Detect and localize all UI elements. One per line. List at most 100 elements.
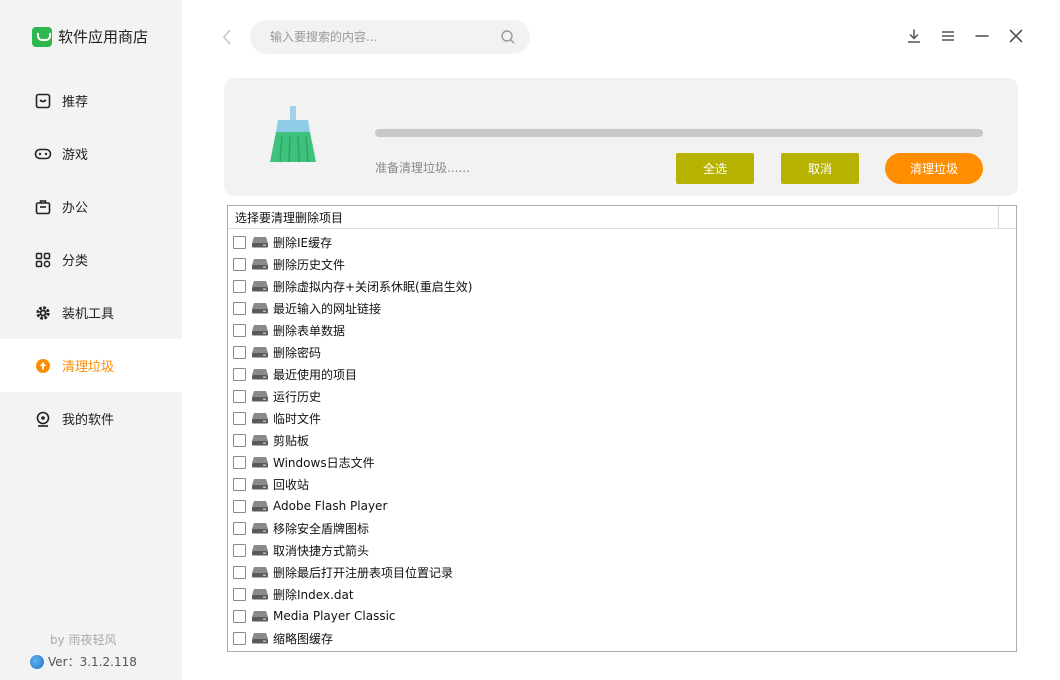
- briefcase-icon: [34, 198, 52, 216]
- item-checkbox[interactable]: [233, 433, 246, 447]
- item-checkbox[interactable]: [233, 257, 246, 271]
- item-checkbox[interactable]: [233, 587, 246, 601]
- sidebar-item-recommend[interactable]: 推荐: [0, 74, 182, 127]
- cancel-button[interactable]: 取消: [781, 153, 859, 184]
- item-checkbox[interactable]: [233, 367, 246, 381]
- chevron-left-icon: [222, 29, 231, 45]
- list-item-label: Windows日志文件: [273, 455, 375, 470]
- item-checkbox[interactable]: [233, 345, 246, 359]
- column-separator[interactable]: [998, 206, 999, 228]
- list-item-label: 删除虚拟内存+关闭系休眠(重启生效): [273, 279, 473, 294]
- item-checkbox[interactable]: [233, 565, 246, 579]
- user-icon: [34, 410, 52, 428]
- select-all-button[interactable]: 全选: [676, 153, 754, 184]
- list-item[interactable]: Adobe Flash Player: [228, 495, 1016, 517]
- item-checkbox[interactable]: [233, 323, 246, 337]
- list-item[interactable]: 剪贴板: [228, 429, 1016, 451]
- item-checkbox[interactable]: [233, 477, 246, 491]
- version-label: Ver：3.1.2.118: [48, 655, 137, 669]
- item-checkbox[interactable]: [233, 543, 246, 557]
- sidebar-item-category[interactable]: 分类: [0, 233, 182, 286]
- list-item[interactable]: Windows日志文件: [228, 451, 1016, 473]
- item-checkbox[interactable]: [233, 455, 246, 469]
- list-item[interactable]: 删除最后打开注册表项目位置记录: [228, 561, 1016, 583]
- clean-panel: 准备清理垃圾...... 全选 取消 清理垃圾: [224, 78, 1018, 196]
- list-item-label: 剪贴板: [273, 433, 310, 448]
- list-item[interactable]: 最近输入的网址链接: [228, 297, 1016, 319]
- minimize-icon: [975, 35, 989, 37]
- list-item[interactable]: 缩略图缓存: [228, 627, 1016, 649]
- item-checkbox[interactable]: [233, 499, 246, 513]
- search-icon[interactable]: [500, 29, 516, 45]
- download-icon: [908, 29, 920, 43]
- list-item-label: 最近使用的项目: [273, 367, 358, 382]
- list-item[interactable]: 删除Index.dat: [228, 583, 1016, 605]
- back-button[interactable]: [218, 27, 236, 47]
- item-checkbox[interactable]: [233, 609, 246, 623]
- app-title: 软件应用商店: [58, 28, 149, 46]
- list-item[interactable]: 移除安全盾牌图标: [228, 517, 1016, 539]
- drive-icon: [252, 259, 268, 270]
- sidebar-item-label: 推荐: [62, 95, 89, 110]
- drive-icon: [252, 237, 268, 248]
- search-bar: [250, 20, 530, 54]
- menu-button[interactable]: [940, 26, 956, 46]
- item-checkbox[interactable]: [233, 279, 246, 293]
- sidebar-item-office[interactable]: 办公: [0, 180, 182, 233]
- drive-icon: [252, 435, 268, 446]
- list-item[interactable]: 临时文件: [228, 407, 1016, 429]
- item-checkbox[interactable]: [233, 631, 246, 645]
- list-item[interactable]: 回收站: [228, 473, 1016, 495]
- sidebar-item-label: 分类: [62, 254, 89, 269]
- list-item[interactable]: 删除密码: [228, 341, 1016, 363]
- broom-icon: [270, 106, 316, 163]
- list-item-label: 最近输入的网址链接: [273, 301, 382, 316]
- sidebar-nav: 推荐 游戏 办公 分类 装机工具 清理垃圾 我的软件: [0, 74, 182, 445]
- drive-icon: [252, 391, 268, 402]
- list-item[interactable]: Media Player Classic: [228, 605, 1016, 627]
- sidebar-item-install-tools[interactable]: 装机工具: [0, 286, 182, 339]
- list-item[interactable]: 删除虚拟内存+关闭系休眠(重启生效): [228, 275, 1016, 297]
- brand: 软件应用商店: [32, 26, 148, 47]
- list-item-label: Adobe Flash Player: [273, 499, 388, 513]
- search-input[interactable]: [268, 29, 492, 45]
- clean-junk-button[interactable]: 清理垃圾: [885, 153, 983, 184]
- minimize-button[interactable]: [974, 26, 990, 46]
- version-info: Ver：3.1.2.118: [30, 653, 137, 670]
- list-item-label: 删除IE缓存: [273, 235, 333, 250]
- window-controls: [906, 26, 1024, 46]
- item-checkbox[interactable]: [233, 389, 246, 403]
- drive-icon: [252, 545, 268, 556]
- list-item[interactable]: 运行历史: [228, 385, 1016, 407]
- list-item-label: 删除表单数据: [273, 323, 346, 338]
- list-item-label: 运行历史: [273, 389, 322, 404]
- list-item-label: 缩略图缓存: [273, 631, 334, 646]
- sidebar-item-label: 我的软件: [62, 413, 115, 428]
- list-item-label: 临时文件: [273, 411, 322, 426]
- list-item-label: 取消快捷方式箭头: [273, 543, 370, 558]
- sidebar-item-games[interactable]: 游戏: [0, 127, 182, 180]
- sidebar-item-my-software[interactable]: 我的软件: [0, 392, 182, 445]
- item-checkbox[interactable]: [233, 411, 246, 425]
- item-checkbox[interactable]: [233, 235, 246, 249]
- author-credit: by 雨夜轻风: [50, 633, 117, 647]
- list-item[interactable]: 删除表单数据: [228, 319, 1016, 341]
- list-body: 删除IE缓存 删除历史文件 删除虚拟内存+关闭系休眠(重启生效) 最近输入的网址链接删…: [228, 229, 1016, 649]
- item-checkbox[interactable]: [233, 521, 246, 535]
- close-icon: [1009, 29, 1023, 43]
- list-item-label: 删除密码: [273, 345, 322, 360]
- download-button[interactable]: [906, 26, 922, 46]
- close-button[interactable]: [1008, 26, 1024, 46]
- item-checkbox[interactable]: [233, 301, 246, 315]
- drive-icon: [252, 325, 268, 336]
- list-item[interactable]: 取消快捷方式箭头: [228, 539, 1016, 561]
- drive-icon: [252, 303, 268, 314]
- list-item[interactable]: 删除IE缓存: [228, 231, 1016, 253]
- sidebar-item-clean-junk[interactable]: 清理垃圾: [0, 339, 182, 392]
- list-item[interactable]: 最近使用的项目: [228, 363, 1016, 385]
- list-item[interactable]: 删除历史文件: [228, 253, 1016, 275]
- clean-items-list: 选择要清理删除项目 删除IE缓存 删除历史文件 删除虚拟内存+关闭系休眠(重启生效)…: [227, 205, 1017, 652]
- store-logo-icon: [32, 26, 52, 47]
- sidebar: 软件应用商店 推荐 游戏 办公 分类 装机工具 清理垃圾 我的软件 by 雨夜轻…: [0, 0, 182, 680]
- clean-status-text: 准备清理垃圾......: [375, 161, 470, 175]
